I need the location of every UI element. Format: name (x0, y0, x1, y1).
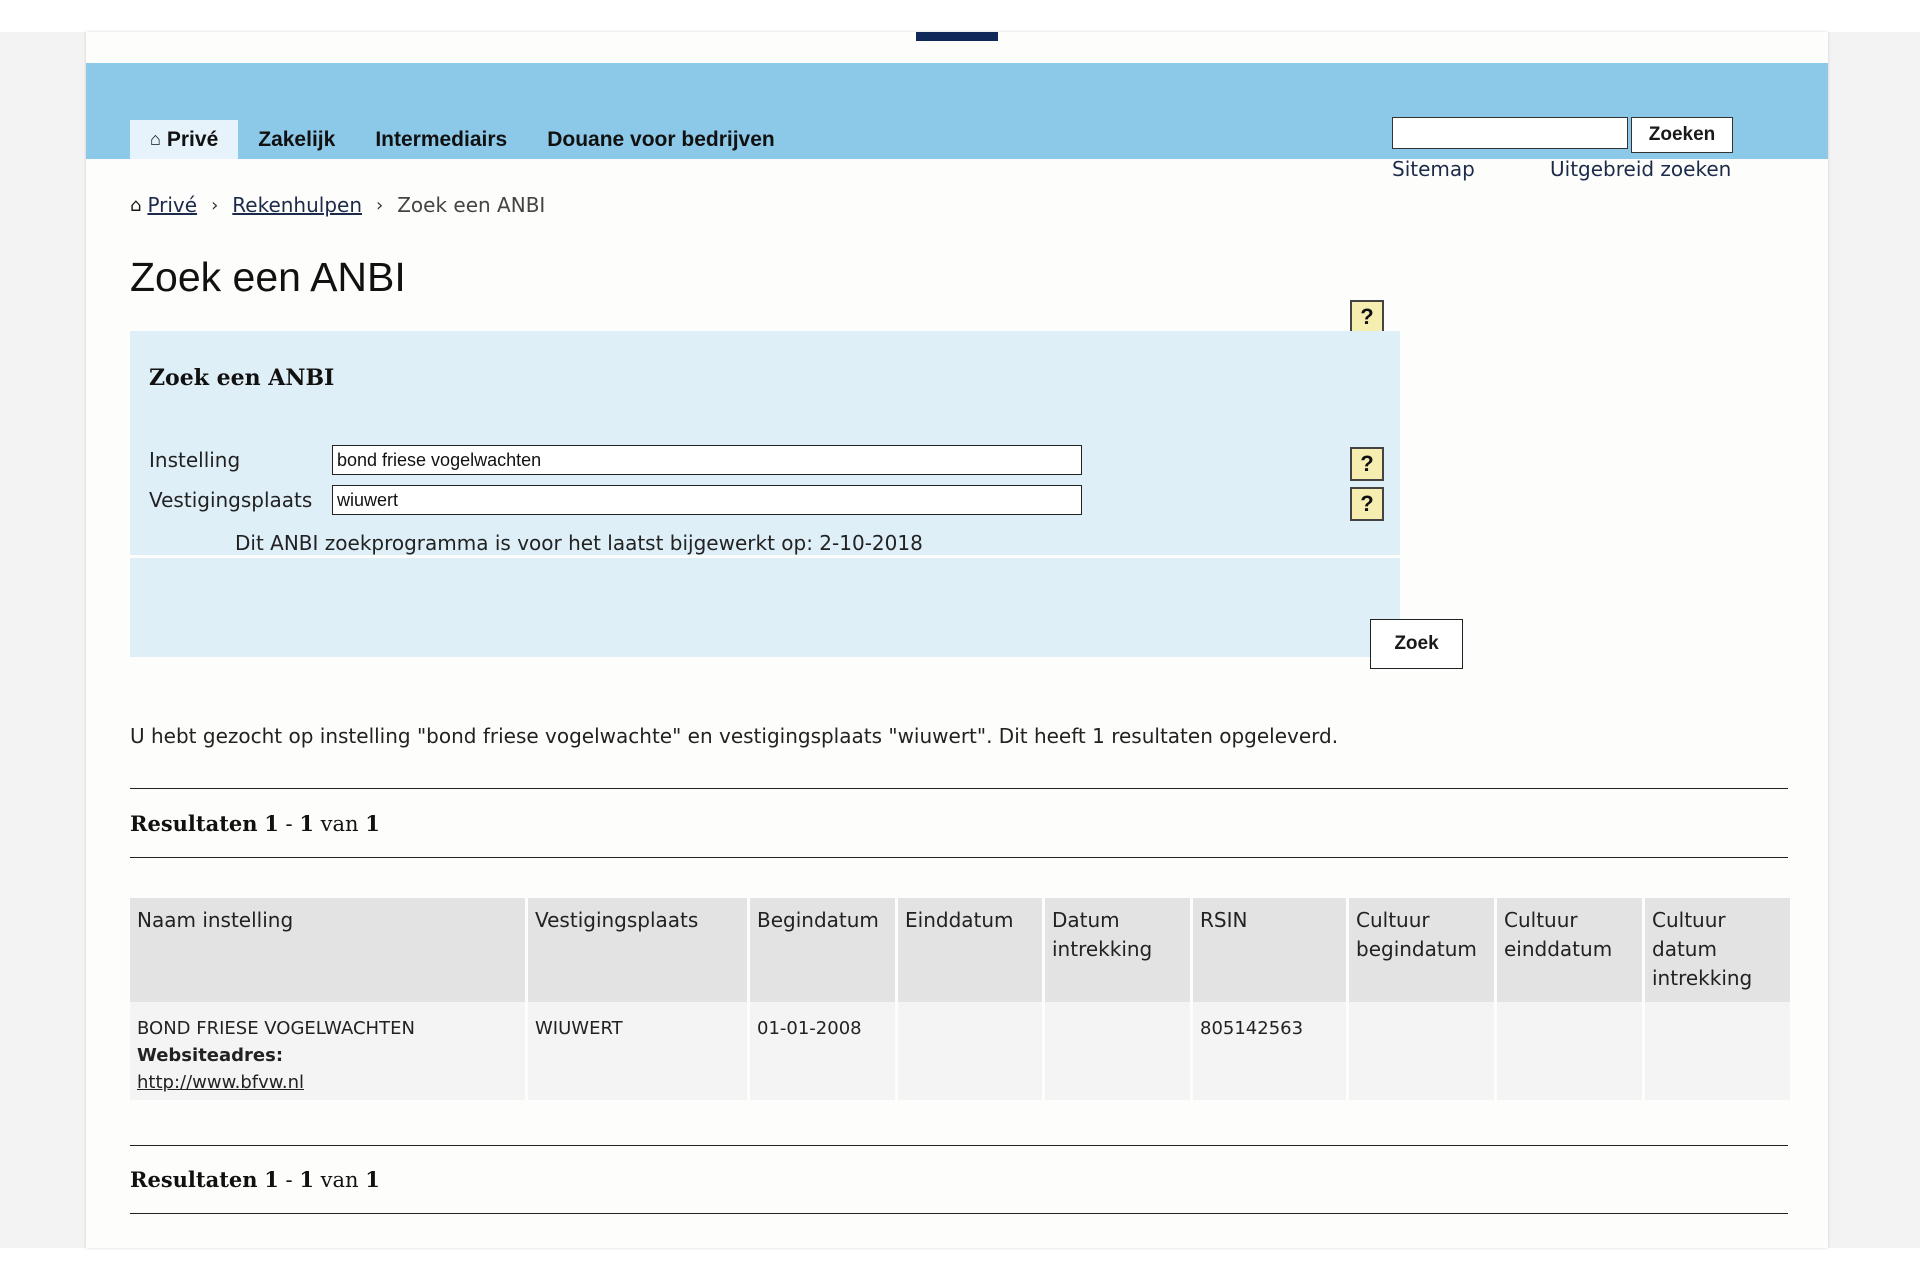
results-count-top: Resultaten 1 - 1 van 1 (130, 811, 380, 836)
tab-label: Intermediairs (375, 127, 508, 151)
instelling-label: Instelling (149, 448, 241, 472)
results-total: 1 (365, 1167, 380, 1192)
home-icon: ⌂ (130, 194, 142, 216)
breadcrumb-prive-link[interactable]: Privé (147, 193, 197, 217)
results-from: 1 (264, 1167, 279, 1192)
page-help-button[interactable]: ? (1350, 300, 1384, 334)
organization-name: BOND FRIESE VOGELWACHTEN (137, 1018, 415, 1039)
results-of: van (320, 1168, 359, 1192)
form-footer (130, 558, 1400, 657)
cell-begindatum: 01-01-2008 (750, 1002, 895, 1100)
instelling-input[interactable] (332, 445, 1082, 475)
website-link[interactable]: http://www.bfvw.nl (137, 1072, 304, 1093)
column-header: Naam instelling (130, 898, 525, 1002)
column-header: Cultuur einddatum (1497, 898, 1642, 1002)
results-of: van (320, 812, 359, 836)
breadcrumb-current: Zoek een ANBI (397, 193, 546, 217)
results-dash: - (285, 812, 293, 836)
divider (130, 857, 1788, 858)
tab-label: Privé (166, 127, 219, 151)
tab-zakelijk[interactable]: Zakelijk (238, 120, 355, 159)
cell-vestigingsplaats: WIUWERT (528, 1002, 747, 1100)
cell-cultuur-datum-intrekking (1645, 1002, 1790, 1100)
results-to: 1 (299, 1167, 314, 1192)
results-label: Resultaten (130, 811, 258, 836)
results-dash: - (285, 1168, 293, 1192)
tab-prive[interactable]: ⌂ Privé (130, 120, 239, 159)
home-icon: ⌂ (150, 129, 161, 149)
breadcrumb: ⌂ Privé › Rekenhulpen › Zoek een ANBI (130, 193, 545, 217)
site-header: ⌂ Privé Zakelijk Intermediairs Douane vo… (86, 63, 1828, 181)
search-form-panel: Zoek een ANBI Instelling Vestigingsplaat… (130, 331, 1400, 555)
page-title: Zoek een ANBI (130, 254, 406, 300)
breadcrumb-rekenhulpen-link[interactable]: Rekenhulpen (232, 193, 362, 217)
tab-intermediairs[interactable]: Intermediairs (355, 120, 527, 159)
tab-label: Douane voor bedrijven (547, 127, 775, 151)
cell-naam-instelling: BOND FRIESE VOGELWACHTEN Websiteadres: h… (130, 1002, 525, 1100)
column-header: Datum intrekking (1045, 898, 1190, 1002)
instelling-help-button[interactable]: ? (1350, 447, 1384, 481)
search-button[interactable]: Zoeken (1631, 117, 1733, 153)
chevron-right-icon: › (376, 194, 384, 216)
browser-canvas: ⌂ Privé Zakelijk Intermediairs Douane vo… (0, 32, 1920, 1248)
column-header: Vestigingsplaats (528, 898, 747, 1002)
zoek-button[interactable]: Zoek (1370, 619, 1463, 669)
cell-cultuur-einddatum (1497, 1002, 1642, 1100)
column-header: Cultuur datum intrekking (1645, 898, 1790, 1002)
results-count-bottom: Resultaten 1 - 1 van 1 (130, 1167, 380, 1192)
results-label: Resultaten (130, 1167, 258, 1192)
column-header: Einddatum (898, 898, 1042, 1002)
results-table: Naam instelling Vestigingsplaats Beginda… (130, 898, 1790, 1100)
cell-datum-intrekking (1045, 1002, 1190, 1100)
divider (130, 1213, 1788, 1214)
advanced-search-link[interactable]: Uitgebreid zoeken (1550, 157, 1731, 181)
page-container: ⌂ Privé Zakelijk Intermediairs Douane vo… (86, 32, 1828, 1248)
sitemap-link[interactable]: Sitemap (1392, 157, 1475, 181)
cell-rsin: 805142563 (1193, 1002, 1346, 1100)
top-accent-bar (916, 32, 998, 41)
vestigingsplaats-label: Vestigingsplaats (149, 488, 313, 512)
tab-douane[interactable]: Douane voor bedrijven (527, 120, 795, 159)
chevron-right-icon: › (211, 194, 219, 216)
vestigingsplaats-input[interactable] (332, 485, 1082, 515)
form-title: Zoek een ANBI (149, 365, 335, 391)
search-input[interactable] (1392, 117, 1628, 149)
column-header: RSIN (1193, 898, 1346, 1002)
column-header: Begindatum (750, 898, 895, 1002)
column-header: Cultuur begindatum (1349, 898, 1494, 1002)
divider (130, 1145, 1788, 1146)
website-label: Websiteadres: (137, 1045, 284, 1066)
main-nav: ⌂ Privé Zakelijk Intermediairs Douane vo… (130, 120, 795, 159)
results-total: 1 (365, 811, 380, 836)
divider (130, 788, 1788, 789)
results-to: 1 (299, 811, 314, 836)
results-from: 1 (264, 811, 279, 836)
vestigingsplaats-help-button[interactable]: ? (1350, 487, 1384, 521)
cell-einddatum (898, 1002, 1042, 1100)
tab-label: Zakelijk (258, 127, 336, 151)
updated-note: Dit ANBI zoekprogramma is voor het laats… (235, 531, 923, 555)
search-summary: U hebt gezocht op instelling "bond fries… (130, 724, 1339, 748)
cell-cultuur-begindatum (1349, 1002, 1494, 1100)
